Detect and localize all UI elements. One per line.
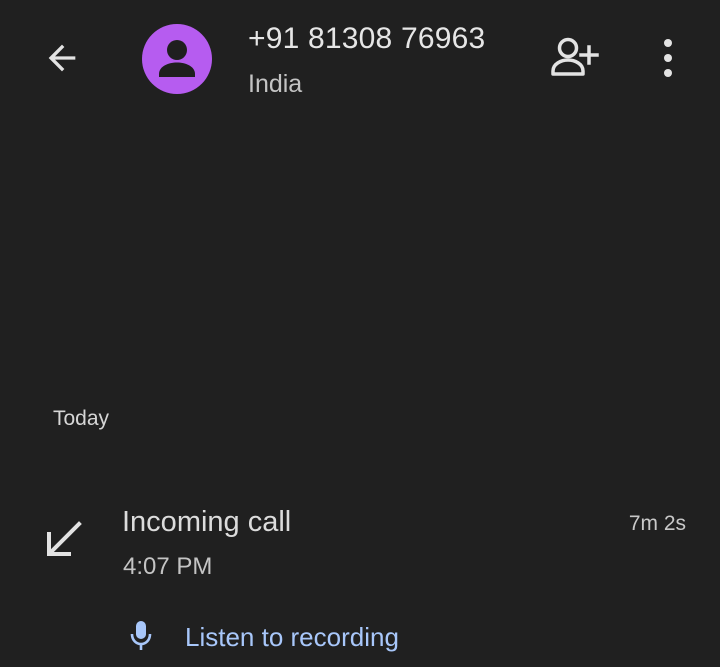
add-contact-button[interactable] (544, 30, 604, 90)
mic-icon (124, 618, 158, 654)
more-vert-icon (662, 38, 674, 83)
section-header-today: Today (53, 407, 110, 430)
contact-country: India (248, 70, 303, 98)
call-type: Incoming call (122, 506, 292, 538)
avatar[interactable] (142, 24, 212, 94)
person-add-icon (549, 33, 599, 88)
arrow-back-icon (42, 38, 82, 83)
call-duration: 7m 2s (628, 512, 686, 535)
more-options-button[interactable] (640, 30, 696, 90)
person-icon (142, 24, 212, 94)
call-received-icon (38, 515, 88, 565)
call-time: 4:07 PM (123, 553, 213, 580)
listen-to-recording-link[interactable]: Listen to recording (185, 621, 399, 653)
contact-phone-number: +91 81308 76963 (248, 22, 486, 55)
back-button[interactable] (30, 28, 94, 92)
